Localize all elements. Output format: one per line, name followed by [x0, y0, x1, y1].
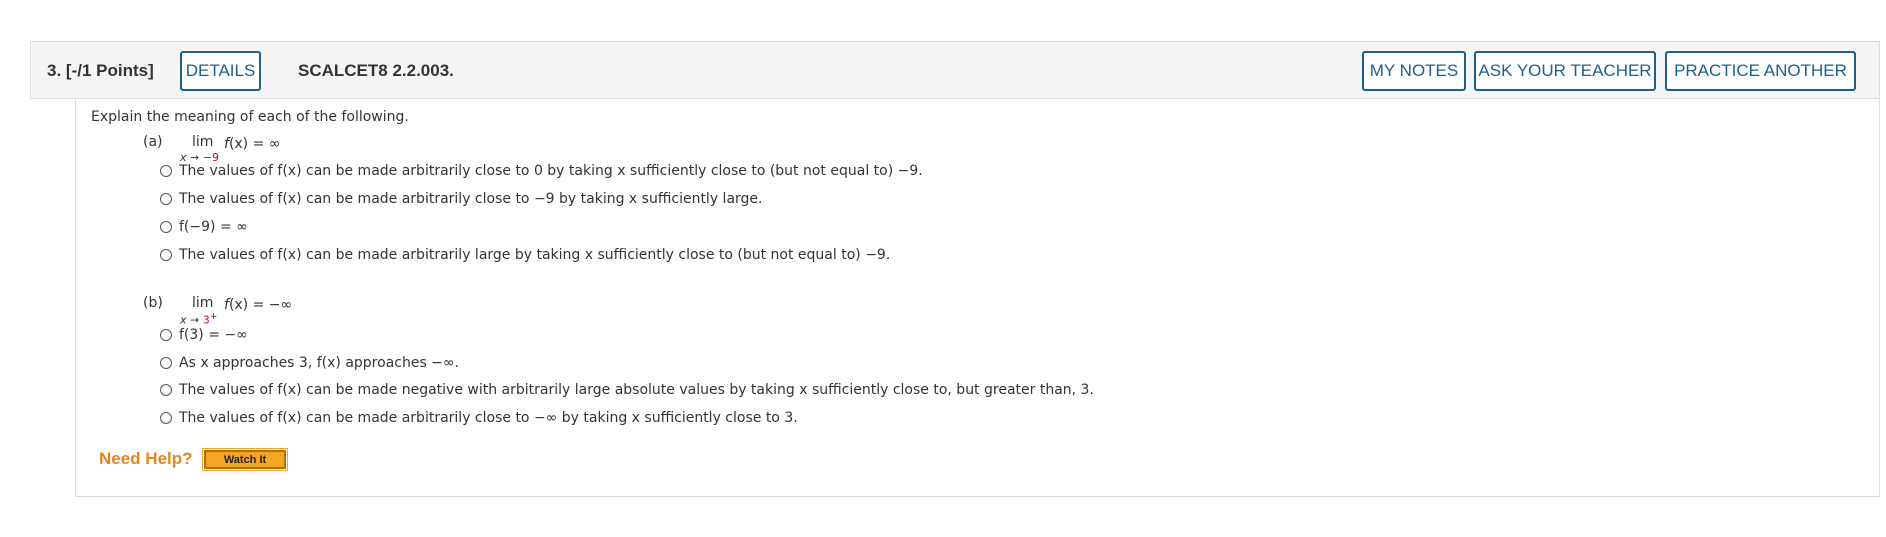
question-body: Explain the meaning of each of the follo… — [75, 99, 1880, 497]
radio-button[interactable] — [160, 412, 172, 424]
my-notes-button[interactable]: MY NOTES — [1362, 51, 1466, 91]
part-a-option-2[interactable]: The values of f(x) can be made arbitrari… — [160, 189, 762, 209]
radio-button[interactable] — [160, 193, 172, 205]
ask-teacher-button[interactable]: ASK YOUR TEACHER — [1474, 51, 1656, 91]
question-number-points: 3. [-/1 Points] — [47, 61, 154, 80]
part-b-label: (b) — [143, 295, 163, 311]
part-a-option-1[interactable]: The values of f(x) can be made arbitrari… — [160, 161, 923, 181]
radio-button[interactable] — [160, 357, 172, 369]
part-b-option-2[interactable]: As x approaches 3, f(x) approaches −∞. — [160, 353, 459, 373]
practice-another-button[interactable]: PRACTICE ANOTHER — [1665, 51, 1856, 91]
radio-button[interactable] — [160, 221, 172, 233]
part-a-label: (a) — [143, 134, 163, 150]
details-button[interactable]: DETAILS — [180, 51, 261, 91]
radio-button[interactable] — [160, 329, 172, 341]
question-code: SCALCET8 2.2.003. — [298, 61, 454, 80]
watch-it-button[interactable]: Watch It — [202, 448, 288, 471]
radio-button[interactable] — [160, 249, 172, 261]
part-b-option-4[interactable]: The values of f(x) can be made arbitrari… — [160, 408, 798, 428]
need-help-label: Need Help? — [99, 449, 193, 468]
radio-button[interactable] — [160, 165, 172, 177]
question-header: 3. [-/1 Points] DETAILS SCALCET8 2.2.003… — [30, 41, 1880, 99]
part-b-option-1[interactable]: f(3) = −∞ — [160, 325, 248, 345]
part-a-option-3[interactable]: f(−9) = ∞ — [160, 217, 248, 237]
part-b-option-3[interactable]: The values of f(x) can be made negative … — [160, 380, 1094, 400]
question-intro: Explain the meaning of each of the follo… — [91, 109, 409, 125]
part-a-option-4[interactable]: The values of f(x) can be made arbitrari… — [160, 245, 890, 265]
radio-button[interactable] — [160, 384, 172, 396]
